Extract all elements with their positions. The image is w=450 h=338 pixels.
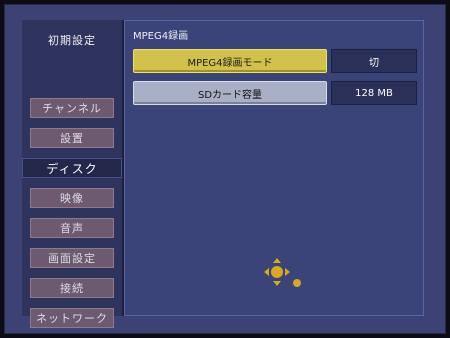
enter-button-icon bbox=[271, 266, 283, 278]
sd-capacity-value: 128 MB bbox=[331, 81, 417, 105]
arrow-left-icon bbox=[264, 268, 269, 276]
mpeg4-mode-value: 切 bbox=[331, 49, 417, 73]
directional-pad-icon-graphic bbox=[264, 258, 301, 287]
arrow-right-icon bbox=[285, 268, 290, 276]
sd-capacity-button[interactable]: SDカード容量 bbox=[133, 81, 327, 105]
sidebar-item-screen-settings[interactable]: 画面設定 bbox=[30, 248, 114, 268]
setting-row-sd-capacity: SDカード容量 128 MB bbox=[133, 81, 417, 105]
directional-pad-icon bbox=[262, 256, 306, 292]
sidebar: 初期設定 チャンネル 設置 ディスク 映像 音声 画面設定 接続 ネットワーク bbox=[22, 20, 124, 328]
return-button-icon bbox=[293, 279, 301, 287]
sidebar-item-video[interactable]: 映像 bbox=[30, 188, 114, 208]
sidebar-item-network[interactable]: ネットワーク bbox=[30, 308, 114, 328]
sidebar-item-audio[interactable]: 音声 bbox=[30, 218, 114, 238]
sidebar-title: 初期設定 bbox=[48, 34, 96, 47]
arrow-up-icon bbox=[273, 258, 281, 263]
sidebar-item-installation[interactable]: 設置 bbox=[30, 128, 114, 148]
mpeg4-mode-button[interactable]: MPEG4録画モード bbox=[133, 49, 327, 73]
sidebar-item-channel[interactable]: チャンネル bbox=[30, 98, 114, 118]
sidebar-item-disk[interactable]: ディスク bbox=[22, 158, 122, 178]
panel-title: MPEG4録画 bbox=[133, 31, 189, 42]
sidebar-menu: チャンネル 設置 ディスク 映像 音声 画面設定 接続 ネットワーク bbox=[22, 98, 122, 338]
sidebar-item-connection[interactable]: 接続 bbox=[30, 278, 114, 298]
arrow-down-icon bbox=[273, 281, 281, 286]
setting-row-mpeg4-mode: MPEG4録画モード 切 bbox=[133, 49, 417, 73]
